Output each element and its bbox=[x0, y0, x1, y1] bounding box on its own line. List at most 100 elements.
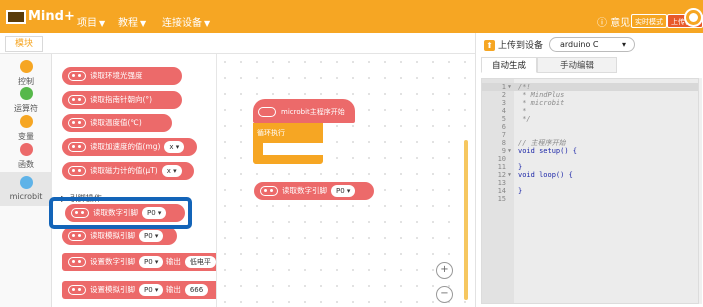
category-variables[interactable]: 变量 bbox=[0, 115, 52, 142]
menu-tutorial[interactable]: 教程 ▼ bbox=[118, 14, 146, 29]
axis-dropdown[interactable]: x ▾ bbox=[164, 141, 185, 153]
block-flyout: 读取环境光强度 读取指南针朝向(°) 读取温度值(℃) 读取加速度的值(mg) x… bbox=[52, 54, 217, 307]
code-line: 2 * MindPlus bbox=[482, 91, 698, 99]
dropdown-value: P0 bbox=[144, 258, 153, 266]
dropdown-value: P0 bbox=[144, 232, 153, 240]
microbit-icon bbox=[68, 231, 86, 241]
menu-connect-label: 连接设备 bbox=[162, 18, 202, 29]
line-number: 1 bbox=[501, 83, 506, 91]
tab-blocks[interactable]: 模块 bbox=[5, 36, 43, 52]
dropdown-value: x bbox=[169, 143, 174, 151]
block-label: 设置模拟引脚 bbox=[90, 285, 135, 294]
block-label: 读取温度值(℃) bbox=[90, 118, 142, 127]
highlight-box bbox=[49, 197, 192, 229]
dropdown-value: x bbox=[166, 167, 171, 175]
category-operators[interactable]: 运算符 bbox=[0, 87, 52, 114]
block-forever-loop[interactable]: 循环执行 bbox=[253, 123, 323, 143]
line-number: 12 bbox=[497, 171, 506, 179]
app-logo: Mind+ bbox=[6, 9, 75, 24]
code-editor[interactable]: 1 ▼/*! 2 * MindPlus 3 * microbit 4 * 5 */6 7 8/… bbox=[481, 78, 699, 304]
microbit-icon bbox=[68, 285, 86, 295]
microbit-icon bbox=[68, 95, 86, 105]
category-microbit[interactable]: microbit bbox=[0, 172, 52, 206]
tab-auto-generate[interactable]: 自动生成 bbox=[481, 57, 537, 73]
code-line: 11} bbox=[482, 163, 698, 171]
microbit-dot-icon bbox=[19, 176, 33, 189]
code-text: * bbox=[518, 107, 527, 115]
axis-dropdown[interactable]: x ▾ bbox=[161, 165, 182, 177]
block-suffix: 输出 bbox=[165, 257, 181, 266]
zoom-out-icon[interactable]: − bbox=[436, 286, 453, 303]
line-number: 13 bbox=[497, 179, 506, 187]
block-read-magnetometer[interactable]: 读取磁力计的值(μT) x ▾ bbox=[62, 162, 194, 180]
block-read-acceleration[interactable]: 读取加速度的值(mg) x ▾ bbox=[62, 138, 197, 156]
block-set-digital-pin[interactable]: 设置数字引脚 P0 ▾ 输出 低电平 bbox=[62, 253, 216, 271]
code-text: } bbox=[518, 163, 523, 171]
value-input[interactable]: 666 bbox=[184, 284, 209, 296]
editor-tab-row bbox=[0, 33, 475, 54]
line-number: 8 bbox=[501, 139, 506, 147]
category-label: 控制 bbox=[18, 77, 34, 86]
code-line: 5 */ bbox=[482, 115, 698, 123]
block-read-compass[interactable]: 读取指南针朝向(°) bbox=[62, 91, 182, 109]
menu-project[interactable]: 项目 ▼ bbox=[77, 14, 105, 29]
menu-connect-device[interactable]: 连接设备 ▼ bbox=[162, 14, 210, 29]
category-label: 运算符 bbox=[14, 104, 38, 113]
category-label: 变量 bbox=[18, 132, 34, 141]
line-number: 15 bbox=[497, 195, 506, 203]
block-set-analog-pin[interactable]: 设置模拟引脚 P0 ▾ 输出 666 bbox=[62, 281, 216, 299]
chevron-down-icon: ▾ bbox=[621, 40, 626, 49]
block-read-analog-pin[interactable]: 读取模拟引脚 P0 ▾ bbox=[62, 227, 177, 245]
microbit-icon bbox=[260, 186, 278, 196]
fold-icon[interactable]: ▼ bbox=[508, 171, 511, 179]
pin-dropdown[interactable]: P0 ▾ bbox=[139, 256, 164, 268]
functions-dot-icon bbox=[19, 143, 33, 156]
upload-to-device-button[interactable]: ⬆ 上传到设备 bbox=[484, 38, 543, 51]
loop-label: 循环执行 bbox=[257, 129, 285, 137]
level-dropdown[interactable]: 低电平 bbox=[184, 256, 216, 268]
block-label: 读取加速度的值(mg) bbox=[90, 142, 161, 151]
pin-dropdown[interactable]: P0 ▾ bbox=[139, 230, 164, 242]
block-label: 读取指南针朝向(°) bbox=[90, 95, 153, 104]
chevron-down-icon: ▼ bbox=[140, 19, 147, 28]
logo-icon bbox=[6, 9, 26, 24]
pin-dropdown[interactable]: P0 ▾ bbox=[139, 284, 164, 296]
category-functions[interactable]: 函数 bbox=[0, 143, 52, 170]
workspace-block-read-digital-pin[interactable]: 读取数字引脚 P0 ▾ bbox=[254, 182, 374, 200]
tab-manual-edit[interactable]: 手动编辑 bbox=[537, 57, 617, 73]
code-line: 14} bbox=[482, 187, 698, 195]
code-scrollbar[interactable] bbox=[699, 78, 702, 304]
block-read-temperature[interactable]: 读取温度值(℃) bbox=[62, 114, 172, 132]
code-line: 7 bbox=[482, 131, 698, 139]
line-number: 14 bbox=[497, 187, 506, 195]
pin-dropdown[interactable]: P0 ▾ bbox=[331, 185, 356, 197]
microbit-icon bbox=[68, 166, 86, 176]
chevron-down-icon: ▼ bbox=[204, 19, 211, 28]
microbit-icon bbox=[258, 107, 276, 117]
zoom-in-icon[interactable]: + bbox=[436, 262, 453, 279]
device-select[interactable]: arduino C ▾ bbox=[549, 37, 635, 52]
block-read-light[interactable]: 读取环境光强度 bbox=[62, 67, 182, 85]
line-number: 11 bbox=[497, 163, 506, 171]
code-text: * MindPlus bbox=[518, 91, 565, 99]
fold-icon[interactable]: ▼ bbox=[508, 83, 511, 91]
workspace-scrollbar[interactable] bbox=[464, 140, 468, 300]
hat-label: microbit主程序开始 bbox=[281, 108, 345, 116]
gear-icon[interactable] bbox=[686, 10, 701, 25]
block-label: 读取模拟引脚 bbox=[90, 231, 135, 240]
menu-project-label: 项目 bbox=[77, 18, 97, 29]
line-number: 4 bbox=[501, 107, 506, 115]
fold-icon[interactable]: ▼ bbox=[508, 147, 511, 155]
dropdown-value: P0 bbox=[336, 187, 345, 195]
code-line: 6 bbox=[482, 123, 698, 131]
block-microbit-main-start[interactable]: microbit主程序开始 bbox=[253, 99, 355, 123]
loop-side bbox=[253, 143, 263, 155]
code-line: 9 ▼ void setup() { bbox=[482, 147, 698, 155]
realtime-mode-button[interactable]: 实时模式 bbox=[631, 14, 667, 28]
code-text: void setup() { bbox=[518, 147, 578, 155]
help-icon: ⓘ bbox=[597, 18, 611, 29]
line-number: 5 bbox=[501, 115, 506, 123]
category-label: 函数 bbox=[18, 160, 34, 169]
category-label: microbit bbox=[9, 192, 43, 201]
category-control[interactable]: 控制 bbox=[0, 60, 52, 87]
